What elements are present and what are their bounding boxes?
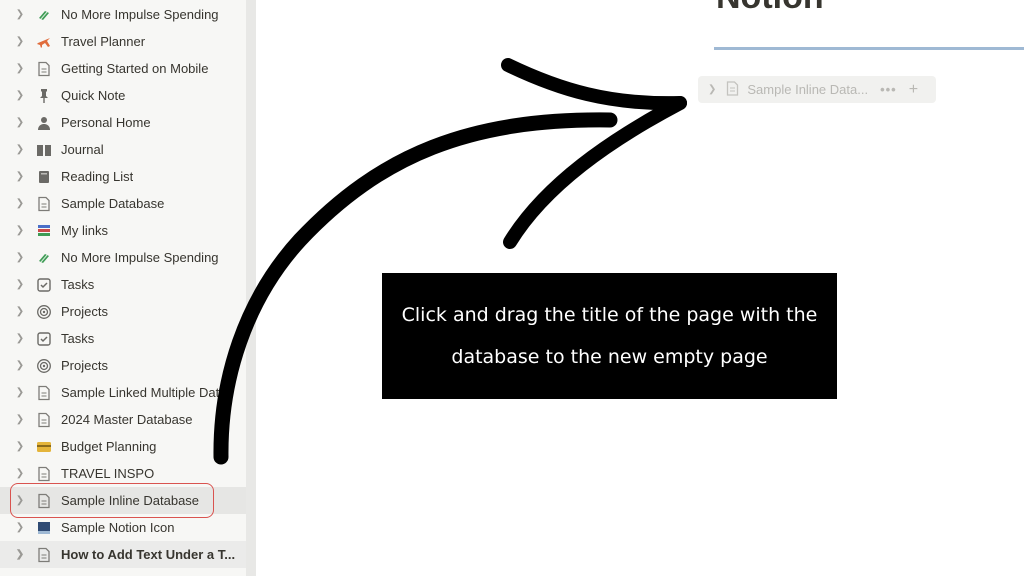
chevron-right-icon[interactable]: ❯ xyxy=(14,549,26,560)
chevron-right-icon[interactable]: ❯ xyxy=(14,90,26,101)
sidebar-item-label: Budget Planning xyxy=(61,439,157,454)
dragged-page-label: Sample Inline Data... xyxy=(747,82,869,97)
page-icon xyxy=(726,80,739,99)
sidebar-resize-handle[interactable] xyxy=(246,0,256,576)
chevron-right-icon[interactable]: ❯ xyxy=(14,225,26,236)
sidebar-item-label: Reading List xyxy=(61,169,134,184)
sidebar-item[interactable]: ❯ Tasks xyxy=(0,271,246,298)
chevron-right-icon[interactable]: ❯ xyxy=(14,279,26,290)
chevron-right-icon[interactable]: ❯ xyxy=(14,387,26,398)
page-icon xyxy=(35,411,53,429)
chevron-right-icon[interactable]: ❯ xyxy=(14,252,26,263)
page-icon xyxy=(35,384,53,402)
sidebar-item[interactable]: ❯ Travel Planner xyxy=(0,28,246,55)
chevron-right-icon[interactable]: ❯ xyxy=(708,84,716,95)
target-icon xyxy=(35,303,53,321)
sidebar-item[interactable]: ❯ Projects xyxy=(0,352,246,379)
sidebar-item-label: My links xyxy=(61,223,108,238)
chevron-right-icon[interactable]: ❯ xyxy=(14,495,26,506)
dragged-page-row[interactable]: ❯ Sample Inline Data... ••• + xyxy=(698,76,936,103)
page-icon xyxy=(35,492,53,510)
sidebar-item-label: Tasks xyxy=(61,331,95,346)
sidebar-item[interactable]: ❯ Tasks xyxy=(0,325,246,352)
title-divider xyxy=(714,47,1024,50)
chevron-right-icon[interactable]: ❯ xyxy=(14,522,26,533)
instruction-caption: Click and drag the title of the page wit… xyxy=(382,273,837,399)
sidebar-item-label: Projects xyxy=(61,358,108,373)
sidebar-item-label: Sample Linked Multiple Dat xyxy=(61,385,220,400)
sidebar-item-label: No More Impulse Spending xyxy=(61,250,219,265)
sidebar-item[interactable]: ❯ How to Add Text Under a T... xyxy=(0,541,246,568)
sidebar-item-label: Getting Started on Mobile xyxy=(61,61,209,76)
sidebar-item[interactable]: ❯ Journal xyxy=(0,136,246,163)
chevron-right-icon[interactable]: ❯ xyxy=(14,198,26,209)
notion-block-icon xyxy=(35,519,53,537)
chevron-right-icon[interactable]: ❯ xyxy=(14,117,26,128)
more-options-button[interactable]: ••• xyxy=(880,82,897,97)
sidebar-item-label: Sample Database xyxy=(61,196,165,211)
credit-card-icon xyxy=(35,438,53,456)
person-icon xyxy=(35,114,53,132)
book-icon xyxy=(35,141,53,159)
books-icon xyxy=(35,222,53,240)
page-icon xyxy=(35,465,53,483)
sidebar-item[interactable]: ❯ Getting Started on Mobile xyxy=(0,55,246,82)
checkbox-icon xyxy=(35,330,53,348)
chevron-right-icon[interactable]: ❯ xyxy=(14,414,26,425)
money-icon xyxy=(35,6,53,24)
checkbox-icon xyxy=(35,276,53,294)
pin-icon xyxy=(35,87,53,105)
airplane-icon xyxy=(35,33,53,51)
chevron-right-icon[interactable]: ❯ xyxy=(14,333,26,344)
sidebar-item[interactable]: ❯ Sample Linked Multiple Dat xyxy=(0,379,246,406)
chevron-right-icon[interactable]: ❯ xyxy=(14,9,26,20)
sidebar-item[interactable]: ❯ Budget Planning xyxy=(0,433,246,460)
sidebar-item[interactable]: ❯ Sample Inline Database xyxy=(0,487,246,514)
chevron-right-icon[interactable]: ❯ xyxy=(14,360,26,371)
page-icon xyxy=(35,546,53,564)
sidebar-item-label: TRAVEL INSPO xyxy=(61,466,155,481)
sidebar-item-label: Quick Note xyxy=(61,88,126,103)
sidebar-page-list: ❯ No More Impulse Spending ❯ Travel Planner… xyxy=(0,1,246,568)
chevron-right-icon[interactable]: ❯ xyxy=(14,36,26,47)
caption-line-2: database to the new empty page xyxy=(451,346,768,368)
add-subpage-button[interactable]: + xyxy=(909,81,918,99)
sidebar-item-label: 2024 Master Database xyxy=(61,412,193,427)
sidebar: ❯ No More Impulse Spending ❯ Travel Planner… xyxy=(0,0,246,576)
sidebar-item[interactable]: ❯ Personal Home xyxy=(0,109,246,136)
sidebar-item[interactable]: ❯ Quick Note xyxy=(0,82,246,109)
chevron-right-icon[interactable]: ❯ xyxy=(14,144,26,155)
sidebar-item[interactable]: ❯ Reading List xyxy=(0,163,246,190)
chevron-right-icon[interactable]: ❯ xyxy=(14,441,26,452)
target-icon xyxy=(35,357,53,375)
sidebar-item-label: Sample Notion Icon xyxy=(61,520,175,535)
sidebar-item-label: No More Impulse Spending xyxy=(61,7,219,22)
chevron-right-icon[interactable]: ❯ xyxy=(14,306,26,317)
sidebar-item[interactable]: ❯ My links xyxy=(0,217,246,244)
sidebar-item[interactable]: ❯ 2024 Master Database xyxy=(0,406,246,433)
sidebar-item-label: Sample Inline Database xyxy=(61,493,200,508)
sidebar-item[interactable]: ❯ Sample Database xyxy=(0,190,246,217)
chevron-right-icon[interactable]: ❯ xyxy=(14,468,26,479)
page-icon xyxy=(35,195,53,213)
sidebar-item[interactable]: ❯ No More Impulse Spending xyxy=(0,1,246,28)
sidebar-item-label: Journal xyxy=(61,142,104,157)
sidebar-item-label: Personal Home xyxy=(61,115,151,130)
sidebar-item[interactable]: ❯ No More Impulse Spending xyxy=(0,244,246,271)
sidebar-item-label: Travel Planner xyxy=(61,34,146,49)
page-icon xyxy=(35,60,53,78)
caption-line-1: Click and drag the title of the page wit… xyxy=(401,304,818,326)
sidebar-item[interactable]: ❯ Sample Notion Icon xyxy=(0,514,246,541)
chevron-right-icon[interactable]: ❯ xyxy=(14,63,26,74)
sidebar-item[interactable]: ❯ Projects xyxy=(0,298,246,325)
page-title: Notion xyxy=(716,0,824,17)
sidebar-item-label: Tasks xyxy=(61,277,95,292)
book-stack-icon xyxy=(35,168,53,186)
sidebar-item-label: Projects xyxy=(61,304,108,319)
sidebar-item-label: How to Add Text Under a T... xyxy=(61,547,236,562)
chevron-right-icon[interactable]: ❯ xyxy=(14,171,26,182)
money-icon xyxy=(35,249,53,267)
sidebar-item[interactable]: ❯ TRAVEL INSPO xyxy=(0,460,246,487)
